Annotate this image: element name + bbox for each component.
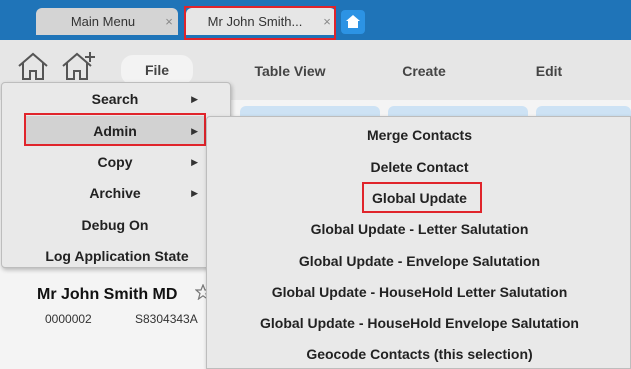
close-icon[interactable]: ×: [160, 14, 178, 29]
menu-item-label: Search: [91, 91, 139, 107]
admin-submenu: Merge Contacts Delete Contact Global Upd…: [206, 116, 631, 369]
tab-label: Main Menu: [70, 14, 136, 29]
table-view-button[interactable]: Table View: [238, 58, 342, 84]
global-update-highlight-box: [362, 182, 482, 213]
menu-item-label: Copy: [97, 154, 133, 170]
menu-item-log-application-state[interactable]: Log Application State: [4, 241, 230, 271]
menu-item-merge-contacts[interactable]: Merge Contacts: [207, 121, 631, 149]
menu-item-delete-contact[interactable]: Delete Contact: [207, 153, 631, 181]
new-tab-icon: [346, 15, 360, 28]
file-menu-button[interactable]: File: [121, 55, 193, 85]
menu-item-global-update-household-letter-salutation[interactable]: Global Update - HouseHold Letter Salutat…: [207, 278, 631, 306]
menu-item-global-update-envelope-salutation[interactable]: Global Update - Envelope Salutation: [207, 247, 631, 275]
menu-item-label: Log Application State: [45, 248, 189, 264]
contact-id: 0000002: [45, 312, 92, 326]
menu-item-copy[interactable]: Copy ▶: [24, 147, 206, 177]
admin-highlight-box: [24, 113, 206, 146]
home-add-icon[interactable]: [60, 51, 98, 81]
menu-item-geocode-contacts[interactable]: Geocode Contacts (this selection): [207, 340, 631, 368]
tab-highlight-box: [184, 6, 336, 40]
chevron-right-icon: ▶: [191, 187, 198, 198]
menu-item-label: Archive: [89, 185, 141, 201]
menu-item-global-update-household-envelope-salutation[interactable]: Global Update - HouseHold Envelope Salut…: [207, 309, 631, 337]
contact-reference: S8304343A: [135, 312, 198, 326]
menu-item-search[interactable]: Search ▶: [24, 84, 206, 114]
create-button[interactable]: Create: [386, 58, 462, 84]
tab-main-menu[interactable]: Main Menu ×: [36, 8, 178, 35]
menu-item-debug-on[interactable]: Debug On: [24, 210, 206, 240]
new-tab-button[interactable]: [341, 10, 365, 34]
menu-item-global-update-letter-salutation[interactable]: Global Update - Letter Salutation: [207, 215, 631, 243]
edit-button[interactable]: Edit: [520, 58, 578, 84]
file-dropdown-menu: Search ▶ Admin ▶ Copy ▶ Archive ▶ Debug …: [1, 82, 231, 268]
contact-name: Mr John Smith MD: [37, 286, 178, 303]
chevron-right-icon: ▶: [191, 156, 198, 167]
menu-item-archive[interactable]: Archive ▶: [24, 178, 206, 208]
chevron-right-icon: ▶: [191, 93, 198, 104]
home-icon[interactable]: [16, 51, 50, 81]
menu-item-label: Debug On: [81, 217, 149, 233]
